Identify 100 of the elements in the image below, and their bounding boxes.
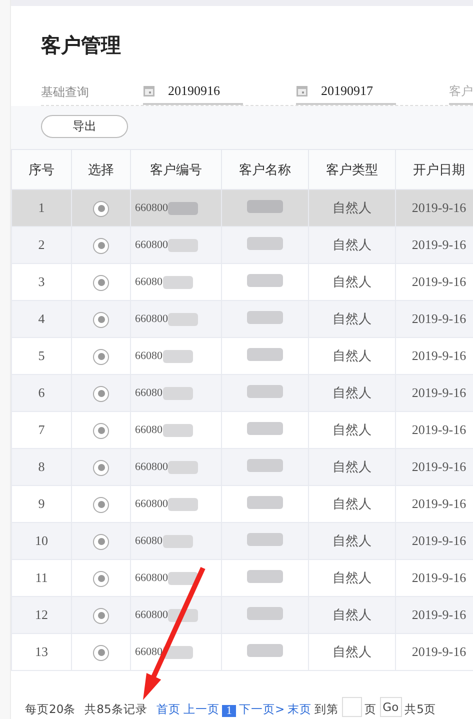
table-row[interactable]: 2 660800 自然人 2019-9-16 [12,226,473,264]
redaction-mark [168,238,198,252]
redaction-mark [247,384,283,398]
redaction-mark [247,458,283,472]
redaction-mark [247,348,283,360]
redaction-mark [247,606,283,620]
calendar-icon [143,85,155,97]
table-cell: 自然人 [332,275,372,290]
page-number[interactable]: 1 [222,705,236,717]
page-link[interactable]: 上一页 [183,702,220,717]
calendar-icon [296,85,308,97]
redaction-mark [247,644,283,656]
table-cell: 2019-9-16 [412,459,466,474]
table-cell: 9 [12,486,72,522]
table-cell: 66080 [135,387,162,399]
radio-button[interactable] [93,348,109,364]
table-row[interactable]: 13 66080 自然人 2019-9-16 [12,634,473,670]
redaction-mark [162,534,192,548]
page-link[interactable]: 末页 [288,702,312,717]
page-link[interactable]: 下一页> [239,702,285,717]
table-row[interactable]: 3 66080 自然人 2019-9-16 [12,264,473,300]
column-header: 客户名称 [222,150,308,190]
redaction-mark [247,422,283,434]
table-cell: 1 [12,190,72,226]
table-cell: 8 [12,448,72,486]
redaction-mark [168,202,198,214]
page-link[interactable]: 首页 [156,702,180,717]
table-cell: 660800 [135,313,168,325]
table-cell: 66080 [135,350,162,362]
go-button[interactable]: Go [380,697,402,717]
redaction-mark [247,200,283,212]
table-cell: 660800 [135,609,168,621]
redaction-mark [162,386,192,400]
table-row[interactable]: 5 66080 自然人 2019-9-16 [12,338,473,374]
table-cell: 2019-9-16 [412,237,466,252]
redaction-mark [162,350,192,362]
radio-button[interactable] [93,644,109,660]
radio-button[interactable] [93,570,109,586]
table-cell: 66080 [135,646,162,658]
radio-button[interactable] [93,608,109,624]
table-cell: 2019-9-16 [412,274,466,289]
redaction-mark [247,570,283,582]
table-cell: 11 [12,560,72,596]
table-cell: 66080 [135,424,162,436]
table-row[interactable]: 6 66080 自然人 2019-9-16 [12,374,473,412]
column-header: 序号 [12,150,72,190]
page-title: 客户管理 [41,32,122,59]
table-cell: 4 [12,300,72,338]
radio-button[interactable] [93,496,109,512]
table-cell: 660800 [135,239,168,251]
table-cell: 7 [12,412,72,448]
table-row[interactable]: 11 660800 自然人 2019-9-16 [12,560,473,596]
table-cell: 2019-9-16 [412,607,466,622]
redaction-mark [162,276,192,288]
table-cell: 自然人 [332,571,372,586]
radio-button[interactable] [93,274,109,290]
radio-button[interactable] [93,312,109,328]
table-row[interactable]: 7 66080 自然人 2019-9-16 [12,412,473,448]
table-cell: 660800 [135,461,168,473]
table-row[interactable]: 10 66080 自然人 2019-9-16 [12,522,473,560]
radio-button[interactable] [93,422,109,438]
table-cell: 3 [12,264,72,300]
export-button[interactable]: 导出 [41,115,128,138]
redaction-mark [162,424,192,436]
column-header: 开户日期 [396,150,473,190]
column-header: 客户编号 [130,150,222,190]
table-cell: 自然人 [332,423,372,438]
table-cell: 2019-9-16 [412,385,466,400]
radio-button[interactable] [93,534,109,550]
table-cell: 2019-9-16 [412,644,466,659]
table-cell: 自然人 [332,201,372,216]
redaction-mark [168,460,198,474]
table-cell: 自然人 [332,460,372,475]
radio-button[interactable] [93,386,109,402]
table-cell: 66080 [135,535,162,547]
table-cell: 660800 [135,202,168,214]
table-row[interactable]: 8 660800 自然人 2019-9-16 [12,448,473,486]
redaction-mark [168,498,198,510]
redaction-mark [168,312,198,326]
table-cell: 2019-9-16 [412,311,466,326]
column-header: 客户类型 [308,150,396,190]
page-input[interactable] [342,697,362,717]
table-cell: 自然人 [332,386,372,401]
table-cell: 5 [12,338,72,374]
table-row[interactable]: 9 660800 自然人 2019-9-16 [12,486,473,522]
radio-button[interactable] [93,200,109,216]
redaction-mark [168,572,198,584]
table-row[interactable]: 12 660800 自然人 2019-9-16 [12,596,473,634]
table-cell: 66080 [135,276,162,288]
table-row[interactable]: 1 660800 自然人 2019-9-16 [12,190,473,226]
page-count: 共5页 [404,702,436,717]
table-cell: 自然人 [332,238,372,253]
table-row[interactable]: 4 660800 自然人 2019-9-16 [12,300,473,338]
radio-button[interactable] [93,460,109,476]
radio-button[interactable] [93,238,109,254]
table-cell: 2019-9-16 [412,533,466,548]
redaction-mark [247,310,283,324]
table-cell: 12 [12,596,72,634]
table-cell: 自然人 [332,645,372,660]
table-cell: 2019-9-16 [412,422,466,437]
